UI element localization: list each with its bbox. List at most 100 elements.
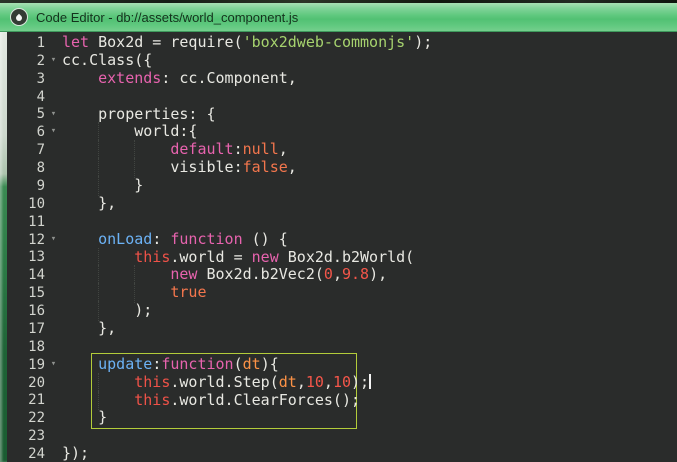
code-text[interactable]: this.world.Step(dt,10,10); [62, 372, 372, 393]
code-line: 8 visible:false, [7, 158, 677, 178]
water-drop-icon [10, 8, 28, 26]
token-constant: true [170, 283, 207, 302]
line-number: 11 [28, 213, 45, 230]
code-line: 14 new Box2d.b2Vec2(0,9.8), [7, 265, 677, 286]
token-param: dt [278, 372, 297, 391]
token-plain: ); [62, 301, 153, 320]
text-caret [369, 373, 372, 389]
token-string: 'box2dweb-commonjs' [242, 33, 415, 51]
line-number: 23 [28, 428, 45, 445]
desktop-edge-left [0, 32, 7, 462]
code-text[interactable]: let Box2d = require('box2dweb-commonjs')… [62, 33, 433, 52]
token-plain: Box2d.b2Vec2( [197, 265, 324, 284]
token-keyword: function [161, 354, 234, 373]
line-number: 17 [28, 320, 45, 337]
code-line: 7 default:null, [7, 140, 677, 161]
token-fname: onLoad [98, 229, 153, 248]
code-text[interactable]: update:function(dt){ [62, 354, 279, 374]
line-number: 3 [36, 70, 45, 87]
token-plain: } [62, 408, 108, 427]
fold-arrow-icon[interactable]: ▾ [45, 123, 62, 141]
code-text[interactable]: }); [62, 444, 89, 462]
code-text[interactable]: this.world.ClearForces(); [62, 390, 360, 411]
token-plain: .world.Step( [170, 372, 279, 391]
token-plain: , [323, 372, 333, 391]
code-line: 12 ▾ onLoad: function () { [7, 229, 677, 249]
token-keyword: default [170, 140, 234, 159]
line-number: 8 [36, 160, 45, 177]
line-number: 7 [36, 142, 45, 159]
fold-arrow-icon[interactable]: ▾ [45, 231, 62, 249]
line-number: 9 [36, 177, 45, 194]
line-number: 12 [28, 231, 45, 248]
token-plain: Box2d = require( [89, 33, 243, 51]
code-text[interactable]: true [62, 283, 207, 304]
token-keyword: let [62, 33, 90, 51]
line-number: 13 [28, 249, 45, 266]
line-number: 16 [28, 303, 45, 320]
code-text[interactable]: extends: cc.Component, [62, 68, 297, 88]
fold-arrow-icon[interactable]: ▾ [45, 356, 62, 374]
line-number: 1 [36, 34, 45, 51]
token-plain: world:{ [62, 122, 198, 141]
token-keyword: new [251, 247, 279, 266]
line-number: 4 [36, 88, 45, 105]
token-plain: ); [414, 33, 433, 51]
code-line: 9 } [7, 176, 677, 196]
token-keyword: extends [98, 68, 162, 87]
code-text[interactable]: onLoad: function () { [62, 229, 288, 249]
code-text[interactable]: this.world = new Box2d.b2World( [62, 247, 414, 268]
token-plain: .world = [170, 247, 252, 266]
token-plain: , [332, 265, 342, 284]
code-text[interactable]: ); [62, 301, 153, 321]
code-line: 17 }, [7, 319, 677, 338]
code-line: 1 let Box2d = require('box2dweb-commonjs… [7, 33, 677, 52]
token-plain: }, [62, 319, 117, 337]
token-param: dt [242, 354, 261, 373]
code-line: 11 [7, 213, 677, 231]
line-number: 14 [28, 267, 45, 284]
code-text[interactable]: visible:false, [62, 158, 297, 178]
code-text[interactable]: }, [62, 194, 116, 213]
line-number: 5 [36, 106, 45, 123]
editor-body: 1 let Box2d = require('box2dweb-commonjs… [0, 32, 677, 462]
code-text[interactable]: cc.Class({ [62, 51, 152, 70]
token-plain: visible: [62, 158, 243, 177]
token-plain: , [278, 140, 288, 159]
title-bar[interactable]: Code Editor - db://assets/world_componen… [0, 3, 677, 32]
fold-arrow-icon[interactable]: ▾ [45, 106, 62, 124]
code-text[interactable]: }, [62, 319, 117, 338]
code-editor-window: Code Editor - db://assets/world_componen… [0, 0, 677, 462]
token-constant: null [242, 140, 279, 159]
code-text[interactable]: } [62, 176, 143, 196]
code-text[interactable]: properties: { [62, 104, 216, 124]
code-line: 13 this.world = new Box2d.b2World( [7, 247, 677, 268]
code-line: 22 } [7, 408, 677, 427]
code-text[interactable]: } [62, 408, 108, 427]
line-number: 15 [28, 285, 45, 302]
token-plain: properties: { [62, 104, 216, 123]
code-text[interactable]: world:{ [62, 122, 198, 143]
token-plain: , [287, 158, 297, 177]
fold-arrow-icon[interactable]: ▾ [45, 52, 62, 70]
token-plain: ( [233, 354, 243, 373]
code-line: 5 ▾ properties: { [7, 104, 677, 124]
code-text[interactable]: new Box2d.b2Vec2(0,9.8), [62, 265, 388, 286]
code-text[interactable]: default:null, [62, 140, 288, 161]
code-area[interactable]: 1 let Box2d = require('box2dweb-commonjs… [7, 32, 677, 462]
line-number: 22 [28, 410, 45, 427]
line-number: 10 [28, 195, 45, 212]
line-number: 18 [28, 338, 45, 355]
token-number: 10 [332, 372, 351, 391]
token-plain: ), [369, 265, 388, 284]
token-constant: false [242, 158, 288, 177]
token-plain: , [296, 372, 306, 391]
code-line: 10 }, [7, 194, 677, 213]
token-number: 9.8 [341, 265, 370, 284]
code-line: 4 [7, 88, 677, 106]
token-plain: : cc.Component, [161, 68, 297, 87]
